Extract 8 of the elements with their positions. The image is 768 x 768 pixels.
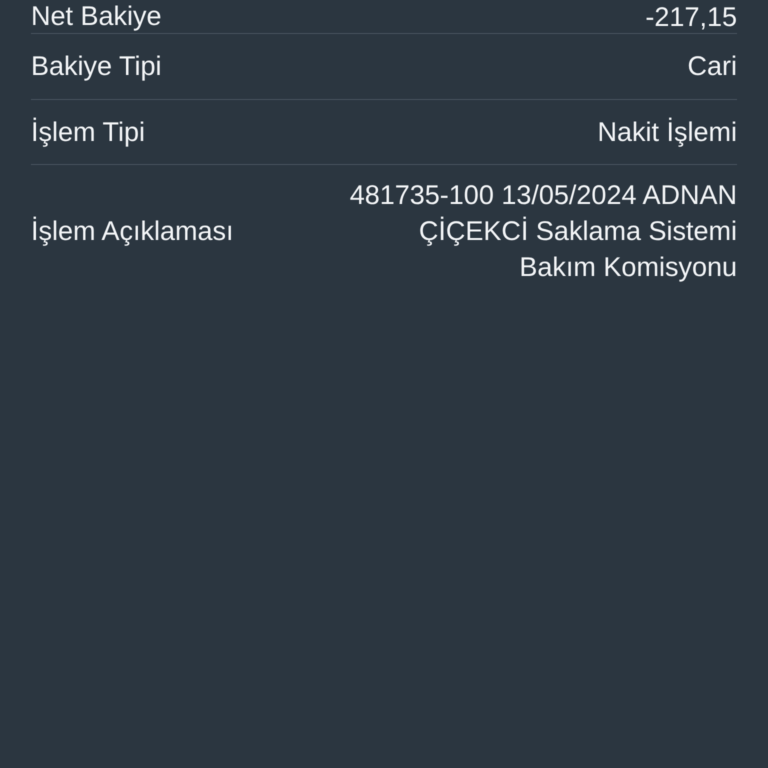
row-value: -217,15 bbox=[645, 0, 737, 34]
row-value: Nakit İşlemi bbox=[597, 116, 737, 149]
row-label: Bakiye Tipi bbox=[31, 50, 162, 83]
row-label: Net Bakiye bbox=[31, 0, 162, 34]
row-value: 481735-100 13/05/2024 ADNAN ÇİÇEKCİ Saklama Sistemi Bakım Komisyonu bbox=[348, 179, 737, 284]
row-value: Cari bbox=[687, 50, 737, 84]
row-label: İşlem Tipi bbox=[31, 116, 146, 149]
row-label: İşlem Açıklaması bbox=[31, 214, 234, 248]
